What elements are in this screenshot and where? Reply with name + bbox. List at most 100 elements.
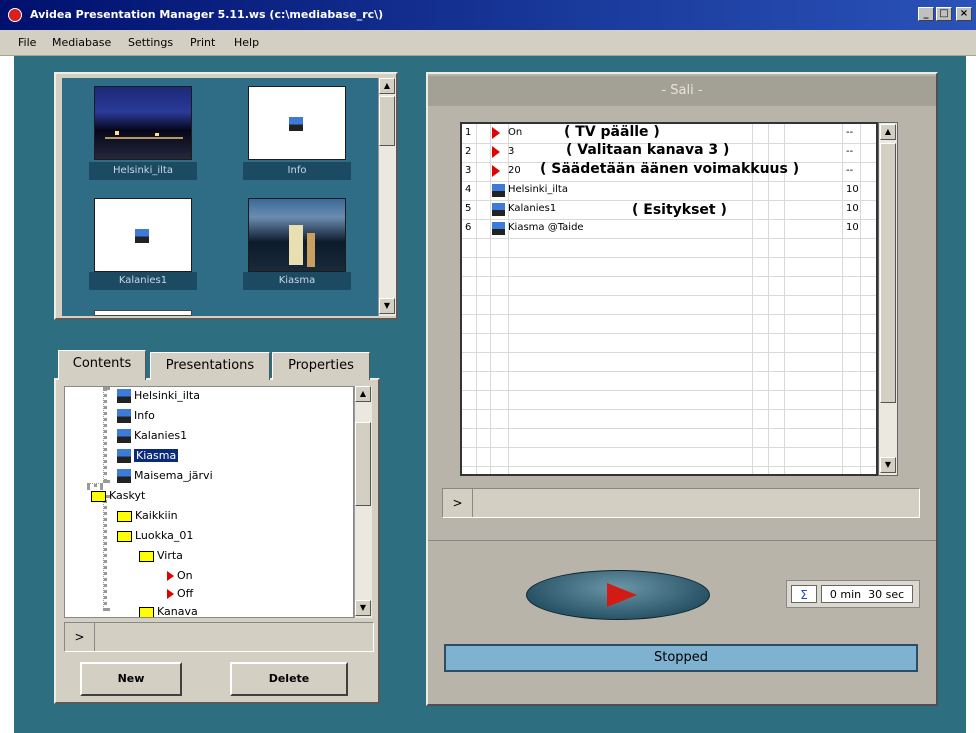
scroll-up-arrow-icon[interactable]: ▲ xyxy=(880,124,896,140)
thumbnail-image[interactable] xyxy=(248,86,346,160)
thumbnail-image[interactable] xyxy=(248,198,346,272)
playlist-horizontal-bar: > xyxy=(442,488,920,518)
thumbnail-label: Helsinki_ilta xyxy=(89,162,197,180)
tree-item[interactable]: Kanava xyxy=(139,603,198,617)
tree-item[interactable]: Virta xyxy=(139,547,183,565)
title-bar: Avidea Presentation Manager 5.11.ws (c:\… xyxy=(0,0,976,30)
row-number: 1 xyxy=(465,127,472,138)
tree-scrollbar[interactable]: ▲ ▼ xyxy=(354,386,372,618)
monitor-icon xyxy=(289,117,303,131)
annotation-tv-on: ( TV päälle ) xyxy=(564,124,660,140)
scroll-thumb[interactable] xyxy=(379,96,395,146)
folder-icon xyxy=(117,510,132,522)
delete-button[interactable]: Delete xyxy=(230,662,348,696)
monitor-icon xyxy=(117,429,131,443)
scroll-up-arrow-icon[interactable]: ▲ xyxy=(355,386,371,402)
window-title: Avidea Presentation Manager 5.11.ws (c:\… xyxy=(30,8,384,21)
app-icon xyxy=(8,8,22,22)
playlist-row[interactable]: 6 Kiasma @Taide 10 xyxy=(462,219,876,238)
scroll-thumb[interactable] xyxy=(880,143,896,403)
row-name: Kalanies1 xyxy=(508,203,557,214)
folder-open-icon xyxy=(91,490,106,502)
scroll-down-arrow-icon[interactable]: ▼ xyxy=(379,298,395,314)
tree-item[interactable]: Kaikkiin xyxy=(117,507,178,525)
tree-item[interactable]: Kalanies1 xyxy=(117,427,187,445)
monitor-icon xyxy=(492,203,505,216)
presentation-title: - Sali - xyxy=(428,76,936,106)
thumbnail-label: Kalanies1 xyxy=(89,272,197,290)
status-bar: Stopped xyxy=(444,644,918,672)
red-arrow-icon xyxy=(492,127,500,139)
tab-presentations[interactable]: Presentations xyxy=(150,352,270,380)
playlist-scrollbar[interactable]: ▲ ▼ xyxy=(878,122,898,476)
duration-display: Σ 0 min 30 sec xyxy=(786,580,920,608)
tree-item-selected[interactable]: Kiasma xyxy=(117,447,179,465)
row-number: 4 xyxy=(465,184,472,195)
row-number: 5 xyxy=(465,203,472,214)
thumbnail-label: Kiasma xyxy=(243,272,351,290)
tree-item[interactable]: Kaskyt xyxy=(91,487,145,505)
tree-item[interactable]: Off xyxy=(167,585,193,603)
new-button[interactable]: New xyxy=(80,662,182,696)
menu-help[interactable]: Help xyxy=(234,36,259,49)
row-duration: -- xyxy=(846,165,854,176)
row-name: Helsinki_ilta xyxy=(508,184,568,195)
thumbnail-scrollbar[interactable]: ▲ ▼ xyxy=(378,78,396,316)
thumbnail-image[interactable] xyxy=(94,86,192,160)
red-arrow-icon xyxy=(167,589,174,599)
tree-item[interactable]: Luokka_01 xyxy=(117,527,193,545)
play-button[interactable] xyxy=(526,570,710,620)
play-icon xyxy=(607,583,637,607)
row-number: 6 xyxy=(465,222,472,233)
menu-settings[interactable]: Settings xyxy=(128,36,173,49)
tree-item[interactable]: Info xyxy=(117,407,155,425)
annotation-presentations: ( Esitykset ) xyxy=(632,202,727,218)
contents-tree: Helsinki_ilta Info Kalanies1 Kiasma Mais… xyxy=(64,386,354,618)
playlist-row[interactable]: 4 Helsinki_ilta 10 xyxy=(462,181,876,200)
red-arrow-icon xyxy=(492,165,500,177)
red-arrow-icon xyxy=(167,571,174,581)
thumbnail-image-partial xyxy=(94,310,192,316)
tab-contents[interactable]: Contents xyxy=(58,350,146,380)
playlist-row[interactable]: 1 On -- xyxy=(462,124,876,143)
row-duration: 10 xyxy=(846,203,859,214)
panel-divider xyxy=(428,540,936,541)
scroll-down-arrow-icon[interactable]: ▼ xyxy=(355,600,371,616)
tree-expand-button[interactable]: > xyxy=(65,623,95,651)
annotation-channel: ( Valitaan kanava 3 ) xyxy=(566,142,730,158)
row-duration: 10 xyxy=(846,222,859,233)
monitor-icon xyxy=(135,229,149,243)
playlist-expand-button[interactable]: > xyxy=(443,489,473,517)
maximize-button[interactable]: □ xyxy=(936,7,952,21)
scroll-up-arrow-icon[interactable]: ▲ xyxy=(379,78,395,94)
row-duration: 10 xyxy=(846,184,859,195)
menu-bar: File Mediabase Settings Print Help xyxy=(0,30,976,56)
thumbnail-label: Info xyxy=(243,162,351,180)
row-name: 20 xyxy=(508,165,521,176)
minimize-button[interactable]: _ xyxy=(918,7,934,21)
row-number: 3 xyxy=(465,165,472,176)
monitor-icon xyxy=(117,389,131,403)
close-button[interactable]: × xyxy=(956,7,972,21)
tree-horizontal-bar: > xyxy=(64,622,374,652)
tab-properties[interactable]: Properties xyxy=(272,352,370,380)
row-duration: -- xyxy=(846,127,854,138)
tree-item[interactable]: Helsinki_ilta xyxy=(117,387,200,405)
red-arrow-icon xyxy=(492,146,500,158)
row-name: 3 xyxy=(508,146,515,157)
menu-mediabase[interactable]: Mediabase xyxy=(52,36,111,49)
monitor-icon xyxy=(117,469,131,483)
sigma-icon: Σ xyxy=(791,585,817,603)
tree-item[interactable]: Maisema_järvi xyxy=(117,467,213,485)
thumbnail-image[interactable] xyxy=(94,198,192,272)
duration-value: 0 min 30 sec xyxy=(821,585,913,603)
scroll-thumb[interactable] xyxy=(355,422,371,506)
row-duration: -- xyxy=(846,146,854,157)
scroll-down-arrow-icon[interactable]: ▼ xyxy=(880,457,896,473)
row-number: 2 xyxy=(465,146,472,157)
tree-item[interactable]: On xyxy=(167,567,193,585)
menu-file[interactable]: File xyxy=(18,36,36,49)
menu-print[interactable]: Print xyxy=(190,36,215,49)
monitor-icon xyxy=(117,409,131,423)
monitor-icon xyxy=(117,449,131,463)
